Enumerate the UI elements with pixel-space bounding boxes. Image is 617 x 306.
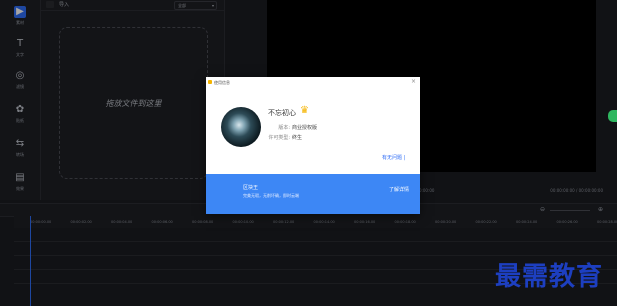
feature-title: 区块王 (243, 185, 259, 191)
version-label: 版本: (278, 125, 290, 131)
app-icon (208, 80, 212, 84)
learn-more-link[interactable]: 了解详情 (389, 186, 409, 193)
feature-banner: 区块王 完美无瑕，无削坏确，即时云端 了解详情 (206, 174, 420, 214)
close-icon[interactable]: × (411, 78, 416, 85)
about-dialog: 使用信息 × 不忘初心 ♛ 版本: 商业授权版 许可类型: 终生 有无问题 | … (206, 77, 420, 214)
version-value: 商业授权版 (292, 125, 318, 131)
help-link[interactable]: 有无问题 | (382, 154, 405, 161)
username: 不忘初心 (268, 109, 296, 117)
license-value: 终生 (292, 135, 303, 141)
feature-description: 完美无瑕，无削坏确，即时云端 (243, 193, 299, 198)
watermark: 最需教育 (495, 262, 604, 292)
license-label: 许可类型: (268, 135, 290, 141)
dialog-title: 使用信息 (214, 80, 230, 85)
avatar (221, 107, 261, 147)
crown-icon: ♛ (300, 105, 309, 116)
side-panel-toggle[interactable] (608, 110, 617, 122)
